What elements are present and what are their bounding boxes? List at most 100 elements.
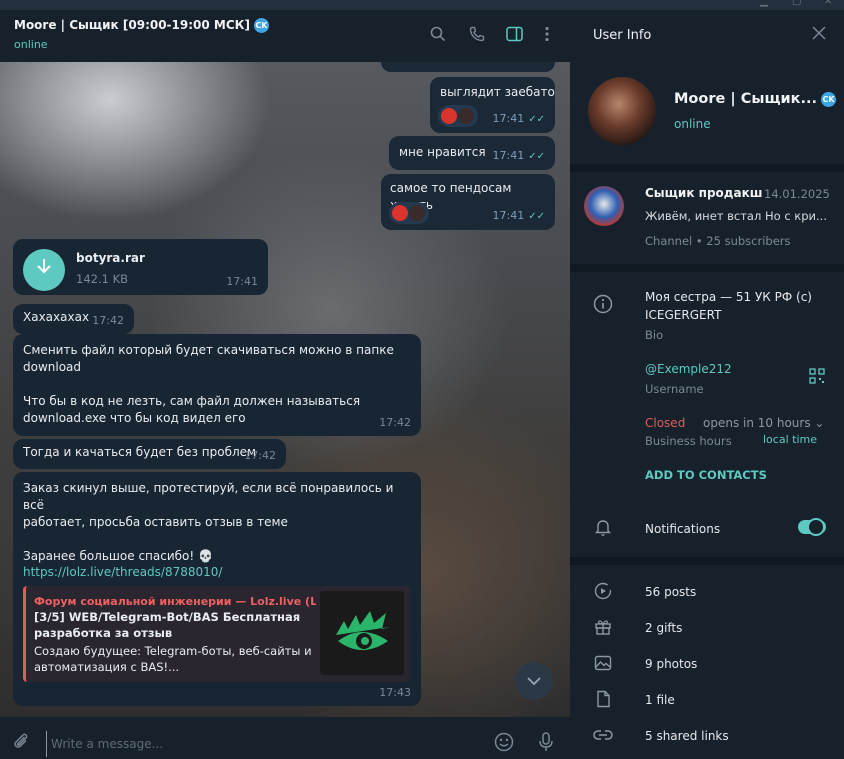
message-time: 17:42 — [379, 416, 411, 429]
message-text: мне нравится — [399, 145, 486, 159]
channel-avatar[interactable] — [584, 186, 624, 226]
message-input[interactable] — [46, 731, 466, 757]
preview-description: Создаю будущее: Telegram-боты, веб-сайты… — [34, 644, 312, 674]
business-hours-label: Business hours — [645, 434, 732, 448]
media-shared-links[interactable]: 5 shared links — [645, 729, 729, 743]
close-icon[interactable] — [812, 24, 826, 45]
message-text: Заказ скинул выше, протестируй, если всё… — [23, 481, 394, 563]
media-posts[interactable]: 56 posts — [645, 585, 696, 599]
composer — [0, 717, 570, 759]
preview-title: [3/5] WEB/Telegram-Bot/BAS Бесплатная ра… — [34, 610, 301, 640]
posts-icon — [592, 582, 614, 604]
reaction-badge[interactable] — [438, 105, 478, 127]
media-files[interactable]: 1 file — [645, 693, 675, 707]
business-hours-dropdown[interactable]: opens in 10 hours ⌄ — [703, 416, 824, 430]
maximize-icon[interactable]: ▢ — [792, 0, 801, 7]
preview-thumbnail — [320, 591, 404, 675]
emoji-icon[interactable] — [494, 732, 514, 757]
phone-icon[interactable] — [467, 26, 487, 46]
reaction-avatar — [409, 205, 425, 221]
reaction-avatar — [458, 108, 474, 124]
window-titlebar: ▁ ▢ ✕ — [0, 0, 844, 10]
message-time: 17:41 ✓✓ — [492, 112, 545, 125]
gift-icon — [592, 618, 614, 640]
link-preview[interactable]: Форум социальной инженерии — Lolz.live (… — [23, 586, 410, 682]
message-bubble[interactable]: Тогда и качаться будет без проблем 17:42 — [13, 439, 286, 469]
panel-title: User Info — [593, 28, 652, 43]
message-time: 17:43 — [379, 686, 411, 699]
section-divider — [570, 264, 844, 272]
business-hours-state: Closed — [645, 416, 686, 430]
message-bubble[interactable]: Заказ скинул выше, протестируй, если всё… — [13, 472, 421, 706]
section-divider — [570, 164, 844, 172]
reaction-heart-icon — [392, 205, 408, 221]
media-photos[interactable]: 9 photos — [645, 657, 697, 671]
message-time: 17:42 — [244, 449, 276, 462]
microphone-icon[interactable] — [538, 732, 554, 757]
file-size: 142.1 KB — [76, 272, 129, 286]
message-text: Тогда и качаться будет без проблем — [23, 445, 257, 459]
photo-icon — [592, 654, 614, 676]
profile-name: Moore | Сыщик... CK — [674, 91, 837, 107]
preview-site-name: Форум социальной инженерии — Lolz.live (… — [34, 595, 316, 608]
message-bubble[interactable]: мне нравится 17:41 ✓✓ — [389, 136, 555, 170]
file-message[interactable]: botyra.rar 142.1 KB 17:41 — [13, 239, 268, 295]
message-text: Сменить файл который будет скачиваться м… — [23, 343, 394, 425]
message-bubble[interactable]: самое то пендосам хавать 17:41✓✓ — [381, 174, 555, 230]
file-name: botyra.rar — [76, 251, 145, 265]
add-to-contacts-button[interactable]: ADD TO CONTACTS — [645, 468, 767, 482]
message-time: 17:41 ✓✓ — [492, 209, 545, 222]
bio-label: Bio — [645, 328, 664, 342]
notifications-label: Notifications — [645, 522, 721, 536]
user-info-panel: User Info Moore | Сыщик... CK online Сыщи… — [570, 10, 844, 759]
bio-line-1: Моя сестра — 51 УК РФ (с) — [645, 290, 812, 304]
message-time: 17:42 — [92, 314, 124, 327]
chat-header[interactable]: Moore | Сыщик [09:00-19:00 МСК] CK online — [0, 10, 570, 62]
chat-status: online — [14, 38, 48, 51]
message-text: Хахахахах — [23, 310, 90, 324]
scroll-down-button[interactable] — [515, 662, 553, 700]
channel-date: 14.01.2025 — [764, 187, 830, 201]
message-time: 17:41 ✓✓ — [492, 149, 545, 162]
section-divider — [570, 557, 844, 565]
profile-status: online — [674, 117, 711, 131]
message-text: выглядит заебато — [440, 85, 555, 99]
qr-code-icon[interactable] — [806, 368, 828, 390]
file-icon — [592, 690, 614, 712]
message-bubble[interactable]: Хахахахах 17:42 — [13, 304, 134, 334]
bio-line-2: ICEGERGERT — [645, 308, 722, 322]
bell-icon — [592, 518, 614, 540]
chat-title: Moore | Сыщик [09:00-19:00 МСК] CK — [14, 18, 269, 33]
info-icon — [592, 294, 614, 316]
profile-avatar[interactable] — [588, 77, 656, 145]
link-icon — [592, 726, 614, 748]
local-time-toggle[interactable]: local time — [763, 433, 817, 446]
minimize-icon[interactable]: ▁ — [760, 0, 768, 7]
more-vertical-icon[interactable] — [537, 26, 557, 46]
chat-area: Moore | Сыщик [09:00-19:00 МСК] CK online… — [0, 10, 570, 759]
message-link[interactable]: https://lolz.live/threads/8788010/ — [23, 564, 222, 581]
message-time: 17:41 — [226, 275, 258, 288]
verified-badge-icon: CK — [821, 91, 837, 107]
username-value[interactable]: @Exemple212 — [645, 362, 732, 376]
media-gifts[interactable]: 2 gifts — [645, 621, 682, 635]
message-bubble[interactable]: Сменить файл который будет скачиваться м… — [13, 334, 421, 436]
notifications-toggle[interactable] — [798, 518, 826, 536]
channel-subtitle: Channel • 25 subscribers — [645, 234, 791, 248]
read-check-icon: ✓✓ — [528, 114, 545, 125]
read-check-icon: ✓✓ — [528, 211, 545, 222]
chat-title-text: Moore | Сыщик [09:00-19:00 МСК] — [14, 18, 250, 32]
reaction-heart-icon — [441, 108, 457, 124]
download-icon[interactable] — [23, 249, 65, 291]
channel-title[interactable]: Сыщик продакш... — [645, 186, 763, 200]
username-label: Username — [645, 382, 704, 396]
search-icon[interactable] — [428, 26, 448, 46]
reaction-badge[interactable] — [389, 202, 429, 224]
attach-icon[interactable] — [12, 732, 30, 755]
message-bubble[interactable]: выглядит заебато 17:41 ✓✓ — [430, 77, 555, 133]
sidebar-toggle-icon[interactable] — [504, 26, 524, 46]
channel-last-post: Живём, инет встал Но с кри... — [645, 209, 827, 223]
read-check-icon: ✓✓ — [528, 151, 545, 162]
window-close-icon[interactable]: ✕ — [824, 0, 832, 7]
verified-badge-icon: CK — [253, 18, 269, 33]
